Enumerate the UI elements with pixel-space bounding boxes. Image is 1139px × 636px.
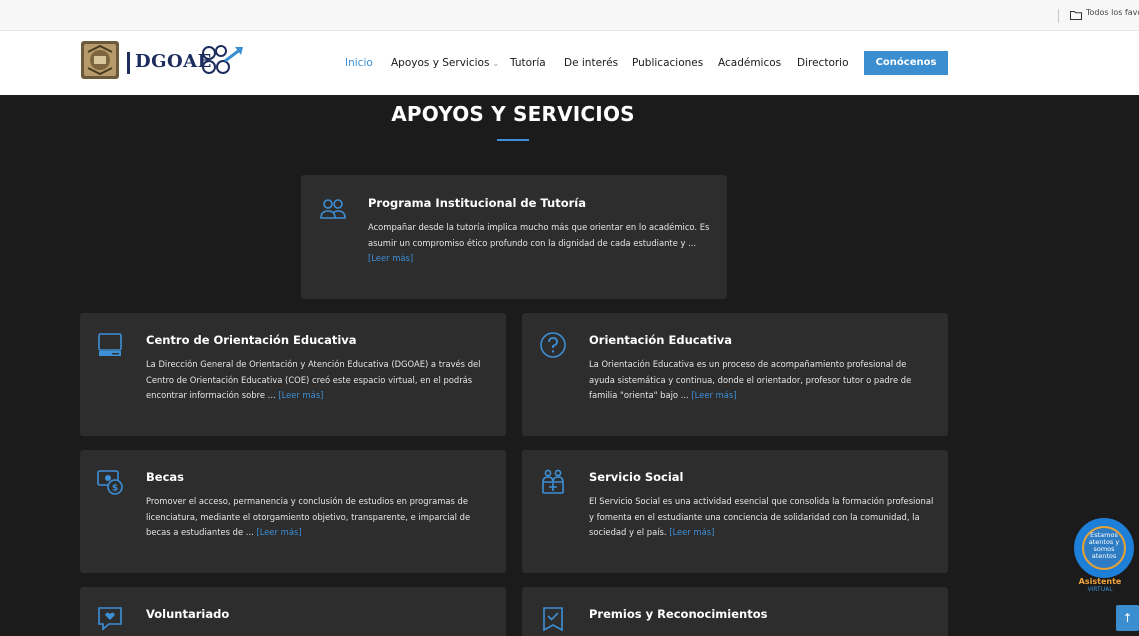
title-underline (497, 139, 529, 141)
site-header: DGOAE Inicio Apoyos y Servicios ⌄ Tutoría… (0, 31, 1139, 95)
read-more-link[interactable]: [Leer más] (691, 390, 736, 400)
assistant-bubble-line: atentos (1091, 552, 1117, 560)
card-description-text: La Orientación Educativa es un proceso d… (589, 359, 912, 400)
favorites-separator (1058, 9, 1059, 23)
card-title[interactable]: Voluntariado (146, 607, 229, 621)
card-description: El Servicio Social es una actividad esen… (589, 494, 934, 541)
nav-item-publicaciones[interactable]: Publicaciones (632, 57, 703, 69)
card-description-text: Acompañar desde la tutoría implica mucho… (368, 222, 710, 248)
award-icon (543, 607, 563, 632)
card-title[interactable]: Premios y Reconocimientos (589, 607, 767, 621)
back-to-top-button[interactable]: ↑ (1116, 605, 1139, 631)
nav-item-apoyos-y-servicios[interactable]: Apoyos y Servicios ⌄ (391, 57, 499, 69)
nav-item-de-interes[interactable]: De interés (564, 57, 618, 69)
nav-item-directorio[interactable]: Directorio (797, 57, 849, 69)
card-servicio-social[interactable]: Servicio Social El Servicio Social es un… (522, 450, 948, 573)
read-more-link[interactable]: [Leer más] (278, 390, 323, 400)
card-title[interactable]: Programa Institucional de Tutoría (368, 196, 586, 210)
users-icon (320, 199, 346, 219)
favorites-bar: Todos los favoritos (0, 0, 1139, 31)
card-becas[interactable]: $ Becas Promover el acceso, permanencia … (80, 450, 506, 573)
logo-divider (127, 52, 130, 74)
nav-item-tutoria[interactable]: Tutoría (510, 57, 546, 69)
chevron-down-icon: ⌄ (492, 59, 500, 68)
section-title: APOYOS Y SERVICIOS (391, 102, 635, 126)
card-title[interactable]: Orientación Educativa (589, 333, 732, 347)
favorites-folder-label[interactable]: Todos los favoritos (1086, 8, 1139, 17)
question-icon (540, 332, 566, 358)
virtual-assistant-widget[interactable]: Estamos atentos y somos atentos Asistent… (1068, 515, 1139, 595)
card-description-text: El Servicio Social es una actividad esen… (589, 496, 934, 537)
card-description: Promover el acceso, permanencia y conclu… (146, 494, 491, 541)
dgoae-swirl-icon (202, 45, 243, 74)
read-more-link[interactable]: [Leer más] (669, 527, 714, 537)
university-seal-icon[interactable] (80, 40, 120, 80)
card-centro-orientacion[interactable]: Centro de Orientación Educativa La Direc… (80, 313, 506, 436)
read-more-link[interactable]: [Leer más] (256, 527, 301, 537)
card-title[interactable]: Becas (146, 470, 184, 484)
card-programa-tutoria[interactable]: Programa Institucional de Tutoría Acompa… (301, 175, 727, 299)
svg-text:$: $ (112, 484, 118, 494)
community-icon (542, 469, 564, 494)
assistant-sublabel: VIRTUAL (1087, 586, 1113, 593)
assistant-label: Asistente (1078, 577, 1122, 586)
card-description: La Dirección General de Orientación y At… (146, 357, 491, 404)
conocenos-button[interactable]: Conócenos (864, 51, 948, 75)
card-description: Acompañar desde la tutoría implica mucho… (368, 220, 713, 267)
heart-message-icon (98, 607, 122, 631)
computer-icon (98, 333, 122, 356)
card-description: La Orientación Educativa es un proceso d… (589, 357, 934, 404)
card-orientacion-educativa[interactable]: Orientación Educativa La Orientación Edu… (522, 313, 948, 436)
nav-item-inicio[interactable]: Inicio (345, 57, 373, 69)
read-more-link[interactable]: [Leer más] (368, 253, 413, 263)
card-description-text: Promover el acceso, permanencia y conclu… (146, 496, 471, 537)
card-voluntariado[interactable]: Voluntariado (80, 587, 506, 636)
card-title[interactable]: Servicio Social (589, 470, 684, 484)
folder-icon[interactable] (1070, 10, 1082, 20)
nav-item-academicos[interactable]: Académicos (718, 57, 781, 69)
card-title[interactable]: Centro de Orientación Educativa (146, 333, 357, 347)
card-premios-reconocimientos[interactable]: Premios y Reconocimientos (522, 587, 948, 636)
arrow-up-icon: ↑ (1122, 611, 1133, 625)
nav-item-label: Apoyos y Servicios (391, 57, 490, 69)
money-icon: $ (97, 470, 123, 495)
